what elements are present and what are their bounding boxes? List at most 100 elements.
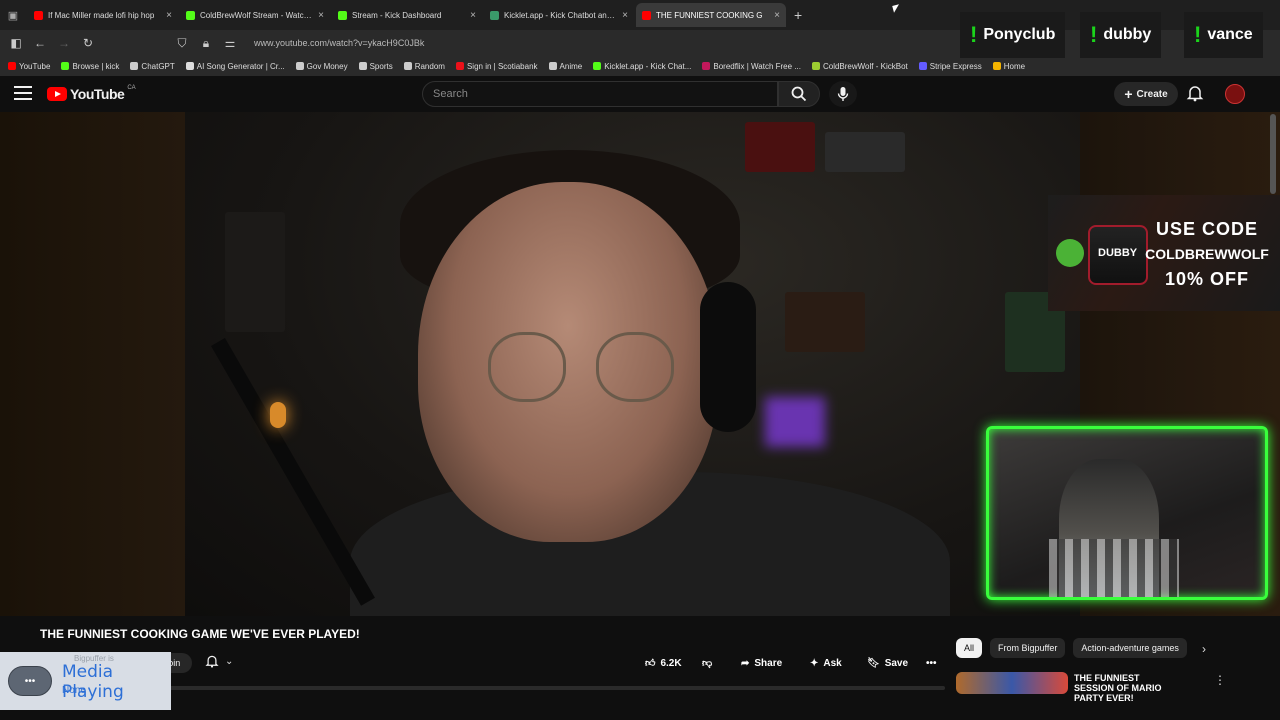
bookmark-item[interactable]: Home xyxy=(992,62,1025,71)
dislike-button[interactable]: 👎︎ xyxy=(702,652,712,674)
tab-list: If Mac Miller made lofi hip hop × ColdBrew… xyxy=(26,3,786,27)
bookmark-label: Random xyxy=(414,61,445,71)
bookmark-favicon-icon xyxy=(593,62,602,70)
forward-button[interactable]: → xyxy=(52,36,76,50)
tab-favicon-icon xyxy=(186,10,195,20)
bookmark-item[interactable]: AI Song Generator | Cr... xyxy=(185,62,285,71)
new-tab-button[interactable]: + xyxy=(794,7,802,23)
command-tag-dubby: ! dubby xyxy=(1080,12,1162,58)
close-tab-icon[interactable]: × xyxy=(470,10,476,21)
browser-tab[interactable]: THE FUNNIEST COOKING G × xyxy=(636,3,786,27)
back-button[interactable]: ← xyxy=(28,36,52,50)
create-button[interactable]: + Create xyxy=(1114,82,1178,106)
video-details: THE FUNNIEST COOKING GAME WE'VE EVER PLA… xyxy=(0,616,1280,720)
bookmark-favicon-icon xyxy=(811,62,820,70)
like-count: 6.2K xyxy=(660,657,682,669)
share-label: Share xyxy=(754,657,783,669)
tab-title: Stream - Kick Dashboard xyxy=(352,10,442,20)
search-icon xyxy=(791,86,807,102)
filter-chip[interactable]: Action-adventure games xyxy=(1073,638,1187,658)
close-tab-icon[interactable]: × xyxy=(166,10,172,21)
search-input[interactable]: Search xyxy=(422,81,778,107)
bookmark-item[interactable]: Boredflix | Watch Free ... xyxy=(702,62,801,71)
bookmark-item[interactable]: Stripe Express xyxy=(918,61,982,71)
menu-icon[interactable] xyxy=(14,86,32,104)
filter-chip[interactable]: All xyxy=(956,638,983,658)
browser-tab[interactable]: ColdBrewWolf Stream - Watch L × xyxy=(180,3,330,27)
search-button[interactable] xyxy=(778,81,820,107)
bookmark-item[interactable]: ChatGPT xyxy=(130,61,175,71)
browser-tab[interactable]: Kicklet.app - Kick Chatbot and C × xyxy=(484,3,634,27)
toast-subtitle: None xyxy=(62,685,86,696)
bookmark-favicon-icon xyxy=(702,62,711,70)
headphones xyxy=(700,282,756,432)
save-button[interactable]: 🔖︎ Save xyxy=(867,652,908,674)
bookmark-label: ChatGPT xyxy=(141,61,175,71)
youtube-logo[interactable]: YouTube CA xyxy=(47,85,136,102)
browser-tab[interactable]: If Mac Miller made lofi hip hop × xyxy=(28,3,178,27)
account-avatar[interactable] xyxy=(1225,84,1245,104)
bookmark-favicon-icon xyxy=(403,62,412,70)
bookmark-item[interactable]: YouTube xyxy=(8,62,50,71)
tab-title: THE FUNNIEST COOKING G xyxy=(656,10,763,20)
more-vert-icon[interactable]: ⋮ xyxy=(1214,673,1226,687)
bookmark-label: Kicklet.app - Kick Chat... xyxy=(604,61,692,71)
recommended-video[interactable]: THE FUNNIEST SESSION OF MARIO PARTY EVER… xyxy=(956,672,1268,703)
subscription-bell-button[interactable]: ⌄ xyxy=(205,654,233,668)
browser-tab[interactable]: Stream - Kick Dashboard × xyxy=(332,3,482,27)
bookmark-icon: 🔖︎ xyxy=(867,657,880,669)
close-tab-icon[interactable]: × xyxy=(318,10,324,21)
bookmark-favicon-icon xyxy=(992,62,1001,70)
bookmark-label: Stripe Express xyxy=(929,61,982,71)
chat-bubble-icon[interactable]: ••• xyxy=(8,666,52,696)
bookmark-label: ColdBrewWolf - KickBot xyxy=(822,61,908,71)
shelf-figure xyxy=(785,292,865,352)
filter-chip[interactable]: From Bigpuffer xyxy=(990,638,1066,658)
command-label: dubby xyxy=(1103,26,1152,43)
close-tab-icon[interactable]: × xyxy=(622,10,628,21)
bookmark-item[interactable]: Random xyxy=(403,61,445,71)
bell-icon xyxy=(205,655,219,668)
notifications-button[interactable] xyxy=(1186,84,1204,107)
ask-label: Ask xyxy=(823,657,842,669)
bookmark-item[interactable]: Kicklet.app - Kick Chat... xyxy=(593,62,691,71)
toast-title: Media Playing xyxy=(62,662,124,702)
recommended-title[interactable]: THE FUNNIEST SESSION OF MARIO PARTY EVER… xyxy=(1074,673,1164,703)
bookmark-item[interactable]: Sign in | Scotiabank xyxy=(455,62,538,71)
ask-button[interactable]: ✦ Ask xyxy=(810,652,842,674)
tab-favicon-icon xyxy=(338,10,347,20)
video-player[interactable]: DUBBY USE CODE COLDBREWWOLF 10% OFF xyxy=(0,112,1280,616)
bookmark-item[interactable]: Sports xyxy=(358,62,393,71)
chevron-right-icon[interactable]: › xyxy=(1202,642,1206,656)
create-label: Create xyxy=(1136,88,1168,100)
microphone-icon xyxy=(837,87,849,101)
recommended-thumbnail[interactable] xyxy=(956,672,1068,694)
more-actions-button[interactable]: ••• xyxy=(926,652,937,674)
purple-lamp xyxy=(765,397,825,447)
bookmark-item[interactable]: Gov Money xyxy=(295,62,348,71)
sidebar-toggle-icon[interactable]: ◧ xyxy=(4,36,28,50)
bookmark-label: Browse | kick xyxy=(72,61,120,71)
reload-button[interactable]: ↻ xyxy=(76,36,100,50)
bookmark-item[interactable]: Browse | kick xyxy=(61,62,119,71)
bookmark-favicon-icon xyxy=(8,62,16,70)
site-settings-icon[interactable]: ⚌ xyxy=(218,36,242,50)
close-tab-icon[interactable]: × xyxy=(774,10,780,21)
thumbs-down-icon: 👎︎ xyxy=(702,658,713,669)
ad-line-1: USE CODE xyxy=(1155,219,1259,239)
bookmark-label: YouTube xyxy=(19,61,51,71)
tab-actions-icon[interactable]: ▣ xyxy=(0,0,26,30)
voice-search-button[interactable] xyxy=(829,81,857,107)
like-button[interactable]: 👍︎ 6.2K xyxy=(645,652,682,674)
bookmark-item[interactable]: ColdBrewWolf - KickBot xyxy=(811,61,908,71)
share-button[interactable]: ➦ Share xyxy=(741,652,782,674)
url-field[interactable]: www.youtube.com/watch?v=ykacH9C0JBk xyxy=(254,38,424,48)
page-scrollbar[interactable] xyxy=(1270,114,1276,194)
bookmark-favicon-icon xyxy=(918,62,927,70)
bookmark-favicon-icon xyxy=(130,62,139,70)
bookmark-item[interactable]: Anime xyxy=(548,62,582,71)
lock-icon[interactable]: 🔒︎ xyxy=(194,36,218,51)
youtube-play-icon xyxy=(47,87,67,101)
video-title: THE FUNNIEST COOKING GAME WE'VE EVER PLA… xyxy=(40,627,360,641)
shield-icon[interactable]: ⛉ xyxy=(170,36,194,51)
